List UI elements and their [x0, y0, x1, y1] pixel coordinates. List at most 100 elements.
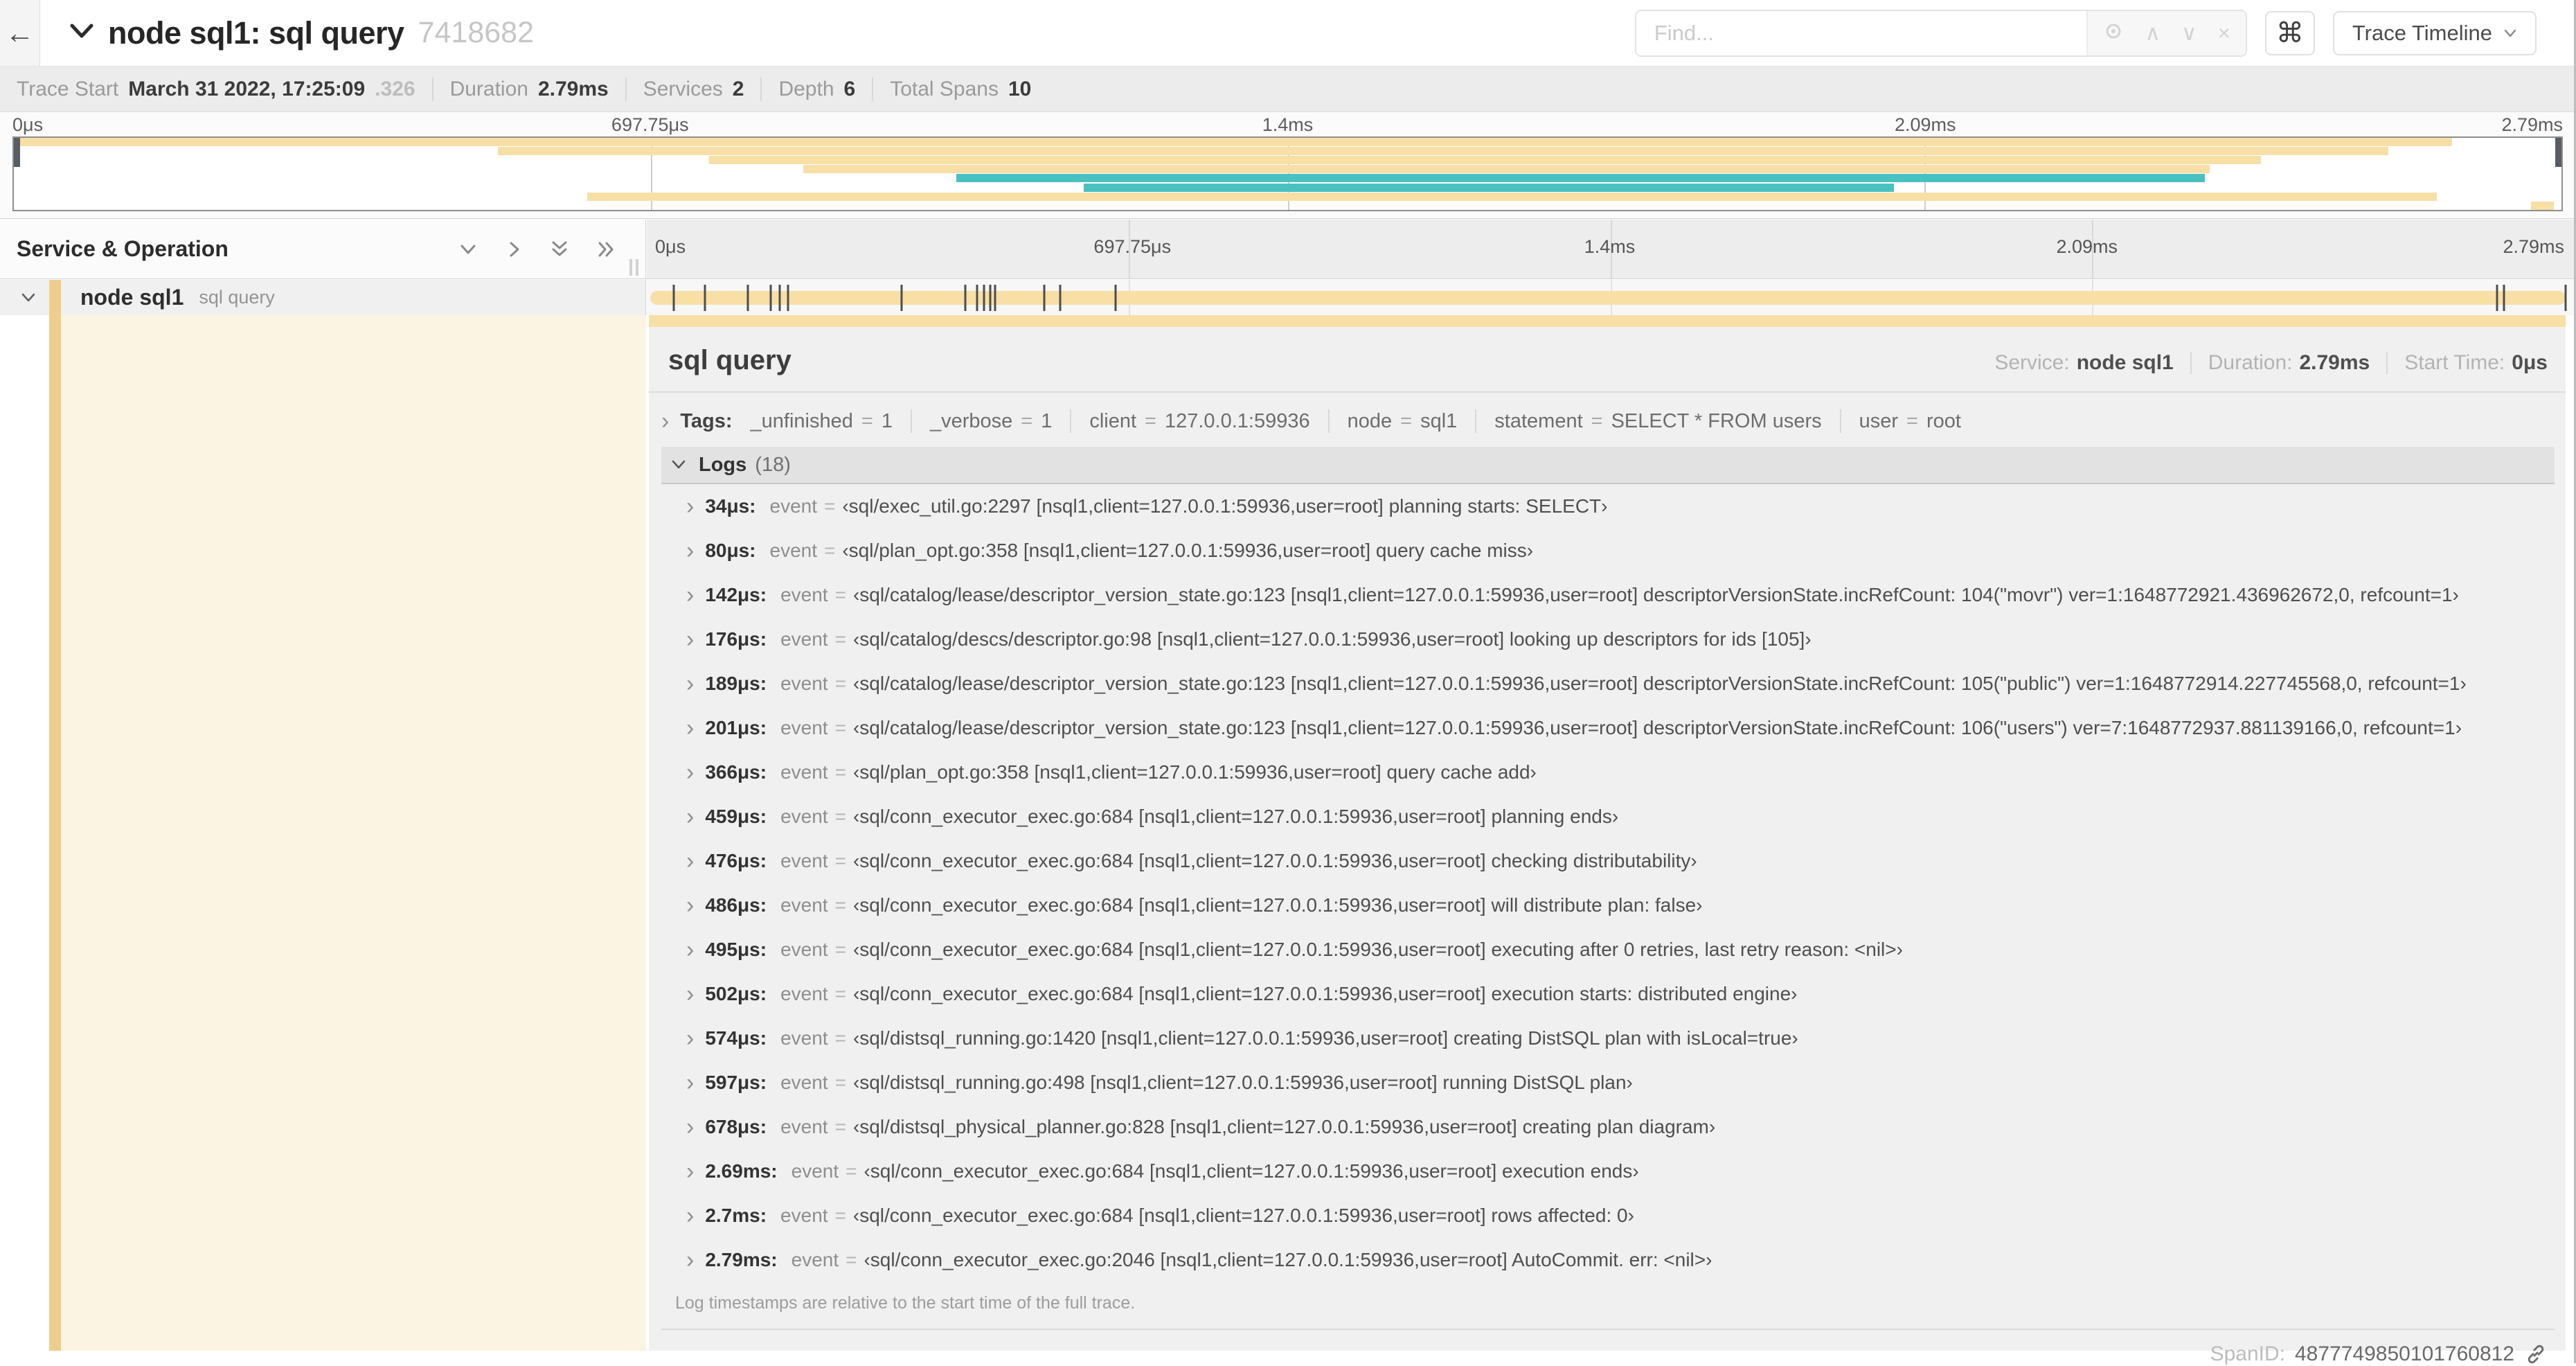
log-expander-chevron-right-icon[interactable]: ›: [686, 672, 694, 695]
back-button[interactable]: ←: [0, 0, 40, 66]
log-field-value: ‹sql/conn_executor_exec.go:684 [nsql1,cl…: [852, 894, 1703, 916]
log-row[interactable]: › 80μs: event = ‹sql/plan_opt.go:358 [nsql1,…: [661, 529, 2555, 573]
tags-chevron-right-icon[interactable]: ›: [661, 409, 669, 433]
tag-divider: [1839, 409, 1841, 433]
log-field-key: event: [791, 1160, 839, 1182]
tag-equals: =: [861, 409, 873, 432]
deep-link-icon[interactable]: [2524, 1342, 2548, 1366]
span-row: node sql1 sql query: [0, 280, 2574, 315]
log-equals: =: [834, 673, 846, 694]
find-addon: ∧ ∨ ×: [2086, 10, 2246, 55]
log-expander-chevron-right-icon[interactable]: ›: [686, 805, 694, 828]
log-field-value: ‹sql/distsql_running.go:1420 [nsql1,clie…: [852, 1027, 1798, 1049]
minimap-right-scrubber-handle[interactable]: [2555, 138, 2561, 167]
log-timestamp: 678μs:: [705, 1116, 767, 1137]
log-marker-tick: [1059, 285, 1062, 311]
log-expander-chevron-right-icon[interactable]: ›: [686, 894, 694, 917]
tag-key: client: [1089, 409, 1137, 432]
log-row[interactable]: › 366μs: event = ‹sql/plan_opt.go:358 [nsql1…: [661, 750, 2555, 795]
log-marker-tick: [672, 285, 675, 311]
log-field-key: event: [780, 850, 828, 871]
collapse-all-chevron-down-icon[interactable]: [458, 240, 478, 259]
log-expander-chevron-right-icon[interactable]: ›: [686, 938, 694, 961]
log-field-value: ‹sql/conn_executor_exec.go:684 [nsql1,cl…: [864, 1160, 1639, 1182]
log-row[interactable]: › 142μs: event = ‹sql/catalog/lease/descript…: [661, 573, 2555, 617]
tags-accordion[interactable]: › Tags: _unfinished = 1 _verbose = 1 client = 12…: [649, 393, 2566, 440]
view-mode-dropdown[interactable]: Trace Timeline: [2332, 10, 2537, 55]
find-clear-icon[interactable]: ×: [2218, 22, 2230, 44]
find-next-icon[interactable]: ∨: [2181, 22, 2197, 44]
log-field-value: ‹sql/plan_opt.go:358 [nsql1,client=127.0…: [852, 761, 1537, 783]
span-row-name-cell[interactable]: node sql1 sql query: [0, 280, 646, 315]
log-timestamp: 486μs:: [705, 894, 767, 916]
log-row[interactable]: › 34μs: event = ‹sql/exec_util.go:2297 [nsql…: [661, 484, 2555, 529]
log-expander-chevron-right-icon[interactable]: ›: [686, 628, 694, 651]
tag-key: _verbose: [929, 409, 1013, 432]
log-timestamp: 2.7ms:: [705, 1205, 767, 1226]
log-row[interactable]: › 574μs: event = ‹sql/distsql_running.go:142…: [661, 1016, 2555, 1061]
log-row[interactable]: › 176μs: event = ‹sql/catalog/descs/descript…: [661, 617, 2555, 662]
log-row[interactable]: › 495μs: event = ‹sql/conn_executor_exec.go:…: [661, 928, 2555, 972]
log-expander-chevron-right-icon[interactable]: ›: [686, 1248, 694, 1272]
log-expander-chevron-right-icon[interactable]: ›: [686, 495, 694, 518]
log-expander-chevron-right-icon[interactable]: ›: [686, 1204, 694, 1227]
log-marker-tick: [787, 285, 789, 311]
log-row[interactable]: › 2.7ms: event = ‹sql/conn_executor_exec.go:…: [661, 1194, 2555, 1238]
log-row[interactable]: › 476μs: event = ‹sql/conn_executor_exec.go:…: [661, 839, 2555, 883]
log-row[interactable]: › 2.79ms: event = ‹sql/conn_executor_exec.go…: [661, 1238, 2555, 1282]
log-field-key: event: [780, 628, 828, 650]
minimap-canvas[interactable]: [12, 136, 2563, 211]
log-expander-chevron-right-icon[interactable]: ›: [686, 583, 694, 607]
log-marker-tick: [1114, 285, 1117, 311]
log-row[interactable]: › 486μs: event = ‹sql/conn_executor_exec.go:…: [661, 883, 2555, 928]
logs-chevron-down-icon[interactable]: [671, 459, 686, 470]
log-expander-chevron-right-icon[interactable]: ›: [686, 1160, 694, 1183]
log-row[interactable]: › 189μs: event = ‹sql/catalog/lease/descript…: [661, 662, 2555, 706]
logs-list: › 34μs: event = ‹sql/exec_util.go:2297 [nsql…: [661, 484, 2555, 1282]
time-tick-label: 697.75μs: [611, 114, 689, 135]
logs-accordion-header[interactable]: Logs (18): [661, 447, 2555, 484]
timeline-ruler: 0μs 697.75μs 1.4ms 2.09ms 2.79ms: [647, 220, 2574, 278]
span-detail-title: sql query: [668, 345, 791, 375]
log-row[interactable]: › 597μs: event = ‹sql/distsql_running.go:498…: [661, 1061, 2555, 1105]
trace-collapse-chevron-down-icon[interactable]: [69, 22, 94, 44]
expand-one-double-chevron-right-icon[interactable]: [596, 240, 615, 259]
log-expander-chevron-right-icon[interactable]: ›: [686, 716, 694, 740]
log-row[interactable]: › 502μs: event = ‹sql/conn_executor_exec.go:…: [661, 972, 2555, 1016]
log-expander-chevron-right-icon[interactable]: ›: [686, 761, 694, 784]
log-field-key: event: [780, 939, 828, 960]
keyboard-shortcuts-button[interactable]: ⌘: [2264, 10, 2315, 55]
find-input[interactable]: [1636, 10, 2087, 55]
log-row[interactable]: › 459μs: event = ‹sql/conn_executor_exec.go:…: [661, 795, 2555, 839]
locate-icon[interactable]: [2103, 21, 2124, 45]
log-marker-tick: [769, 285, 772, 311]
span-detail-meta: Service: node sql1 Duration: 2.79ms Start …: [1994, 351, 2548, 375]
log-expander-chevron-right-icon[interactable]: ›: [686, 982, 694, 1006]
tag-divider: [910, 409, 912, 433]
collapse-one-chevron-right-icon[interactable]: [504, 240, 524, 259]
tag-value: 127.0.0.1:59936: [1164, 409, 1310, 432]
log-row[interactable]: › 678μs: event = ‹sql/distsql_physical_plann…: [661, 1105, 2555, 1149]
duration-label: Duration:: [2208, 351, 2293, 374]
summary-item: Depth 6: [778, 77, 874, 101]
log-row[interactable]: › 2.69ms: event = ‹sql/conn_executor_exec.go…: [661, 1149, 2555, 1194]
span-row-bar-cell[interactable]: [647, 280, 2574, 315]
log-expander-chevron-right-icon[interactable]: ›: [686, 849, 694, 873]
column-resizer-handle[interactable]: [629, 259, 638, 276]
tag-divider: [1475, 409, 1477, 433]
log-expander-chevron-right-icon[interactable]: ›: [686, 1071, 694, 1094]
log-equals: =: [846, 1249, 857, 1270]
log-row[interactable]: › 201μs: event = ‹sql/catalog/lease/descript…: [661, 706, 2555, 750]
span-collapse-chevron-down-icon[interactable]: [21, 292, 36, 303]
tag-equals: =: [1400, 409, 1413, 432]
find-prev-icon[interactable]: ∧: [2145, 22, 2161, 44]
time-tick-label: 1.4ms: [1584, 236, 1636, 257]
log-expander-chevron-right-icon[interactable]: ›: [686, 539, 694, 562]
log-expander-chevron-right-icon[interactable]: ›: [686, 1115, 694, 1139]
log-field-key: event: [780, 806, 828, 827]
summary-value: 2: [732, 77, 744, 100]
log-expander-chevron-right-icon[interactable]: ›: [686, 1027, 694, 1050]
span-duration-bar[interactable]: [650, 285, 2567, 311]
minimap-left-scrubber-handle[interactable]: [14, 138, 20, 167]
expand-all-double-chevron-down-icon[interactable]: [550, 240, 569, 259]
